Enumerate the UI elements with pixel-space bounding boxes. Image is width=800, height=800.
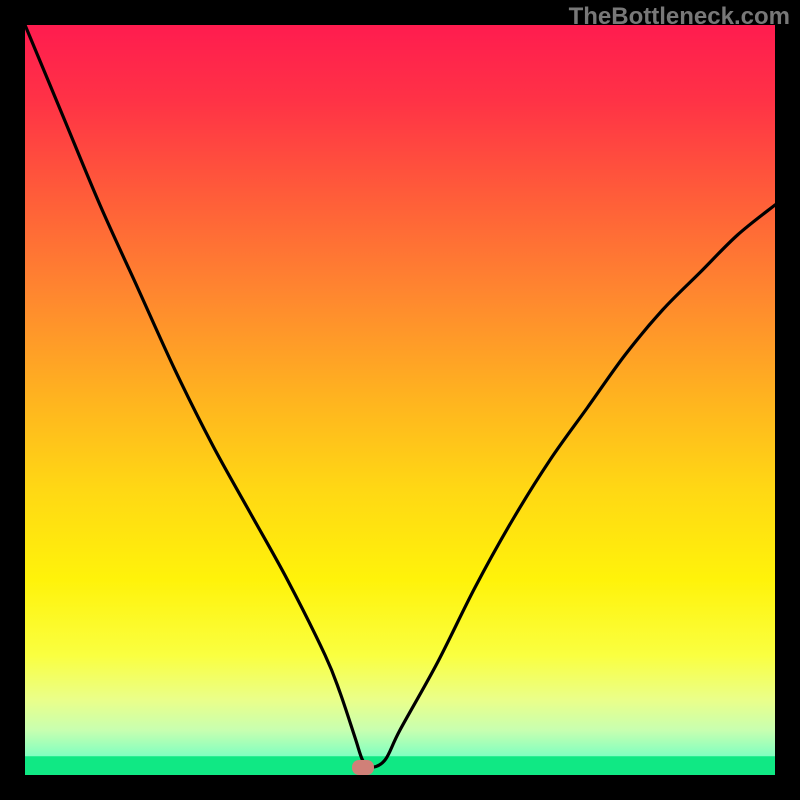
watermark-text: TheBottleneck.com	[569, 3, 790, 31]
gradient-background	[25, 25, 775, 775]
plot-area	[25, 25, 775, 775]
plot-svg	[25, 25, 775, 775]
chart-container: TheBottleneck.com	[0, 0, 800, 800]
minimum-marker	[352, 760, 374, 775]
green-band	[25, 756, 775, 775]
